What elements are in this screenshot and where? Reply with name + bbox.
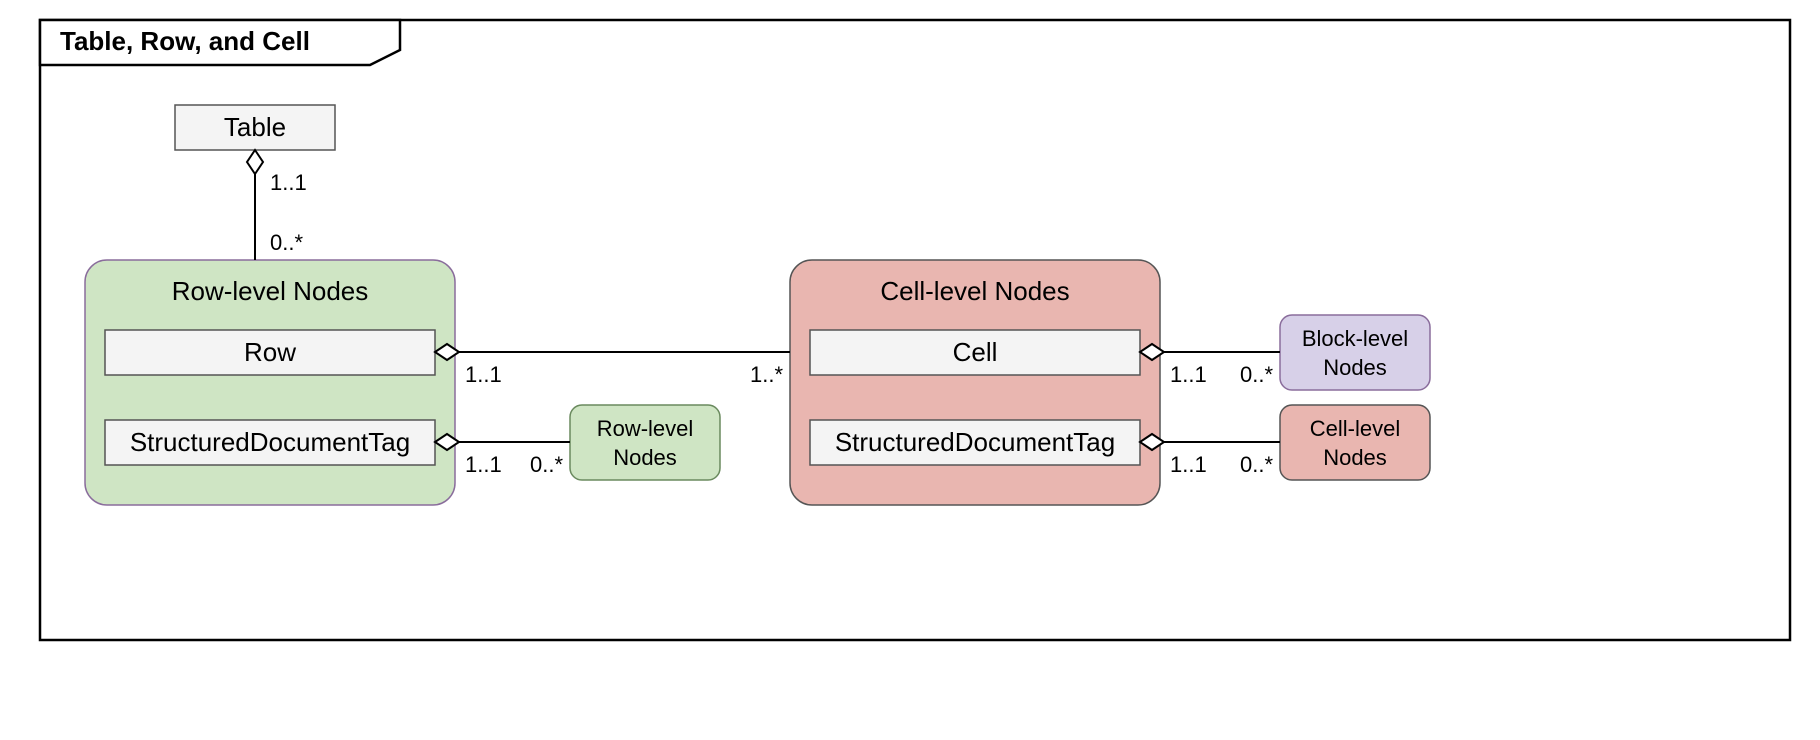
mult-row-dst: 1..*	[750, 362, 783, 387]
mult-row-sdt-src: 1..1	[465, 452, 502, 477]
node-block-level-small-l1: Block-level	[1302, 326, 1408, 351]
mult-cell-src: 1..1	[1170, 362, 1207, 387]
mult-cell-sdt-src: 1..1	[1170, 452, 1207, 477]
node-block-level-small-l2: Nodes	[1323, 355, 1387, 380]
node-row-label: Row	[244, 337, 296, 367]
node-cell-label: Cell	[953, 337, 998, 367]
node-row-level-small-l1: Row-level	[597, 416, 694, 441]
mult-row-src: 1..1	[465, 362, 502, 387]
node-table-label: Table	[224, 112, 286, 142]
mult-table-dst: 0..*	[270, 230, 303, 255]
diamond-table	[247, 150, 263, 174]
node-cell-level-small-l2: Nodes	[1323, 445, 1387, 470]
group-cell-level-title: Cell-level Nodes	[880, 276, 1069, 306]
mult-cell-sdt-dst: 0..*	[1240, 452, 1273, 477]
mult-table-src: 1..1	[270, 170, 307, 195]
group-row-level-title: Row-level Nodes	[172, 276, 369, 306]
node-cell-level-small-l1: Cell-level	[1310, 416, 1400, 441]
frame-title: Table, Row, and Cell	[60, 26, 310, 56]
mult-row-sdt-dst: 0..*	[530, 452, 563, 477]
mult-cell-dst: 0..*	[1240, 362, 1273, 387]
uml-diagram: Table, Row, and Cell Table Row-level Nod…	[0, 0, 1820, 740]
node-row-sdt-label: StructuredDocumentTag	[130, 427, 410, 457]
node-cell-sdt-label: StructuredDocumentTag	[835, 427, 1115, 457]
node-row-level-small-l2: Nodes	[613, 445, 677, 470]
